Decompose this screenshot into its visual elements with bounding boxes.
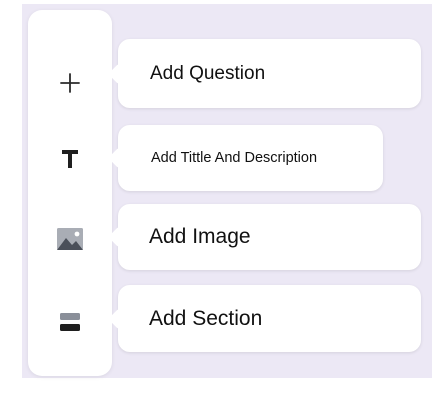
image-icon (57, 228, 83, 250)
tooltip-label: Add Question (150, 62, 266, 84)
tooltip-add-title-description: Add Tittle And Description (108, 125, 383, 191)
tooltip-label: Add Image (149, 225, 251, 248)
add-item-toolbar (28, 10, 112, 376)
section-icon (60, 313, 80, 331)
add-title-description-button[interactable] (28, 139, 112, 179)
tooltip-add-section: Add Section (108, 285, 421, 352)
add-question-button[interactable] (28, 63, 112, 103)
add-section-button[interactable] (28, 302, 112, 342)
tooltip-label: Add Section (149, 306, 263, 330)
tooltip-label: Add Tittle And Description (151, 150, 318, 166)
plus-icon (60, 73, 80, 93)
tooltip-add-question: Add Question (108, 39, 421, 108)
add-image-button[interactable] (28, 219, 112, 259)
text-icon (62, 150, 78, 168)
tooltip-add-image: Add Image (108, 204, 421, 270)
